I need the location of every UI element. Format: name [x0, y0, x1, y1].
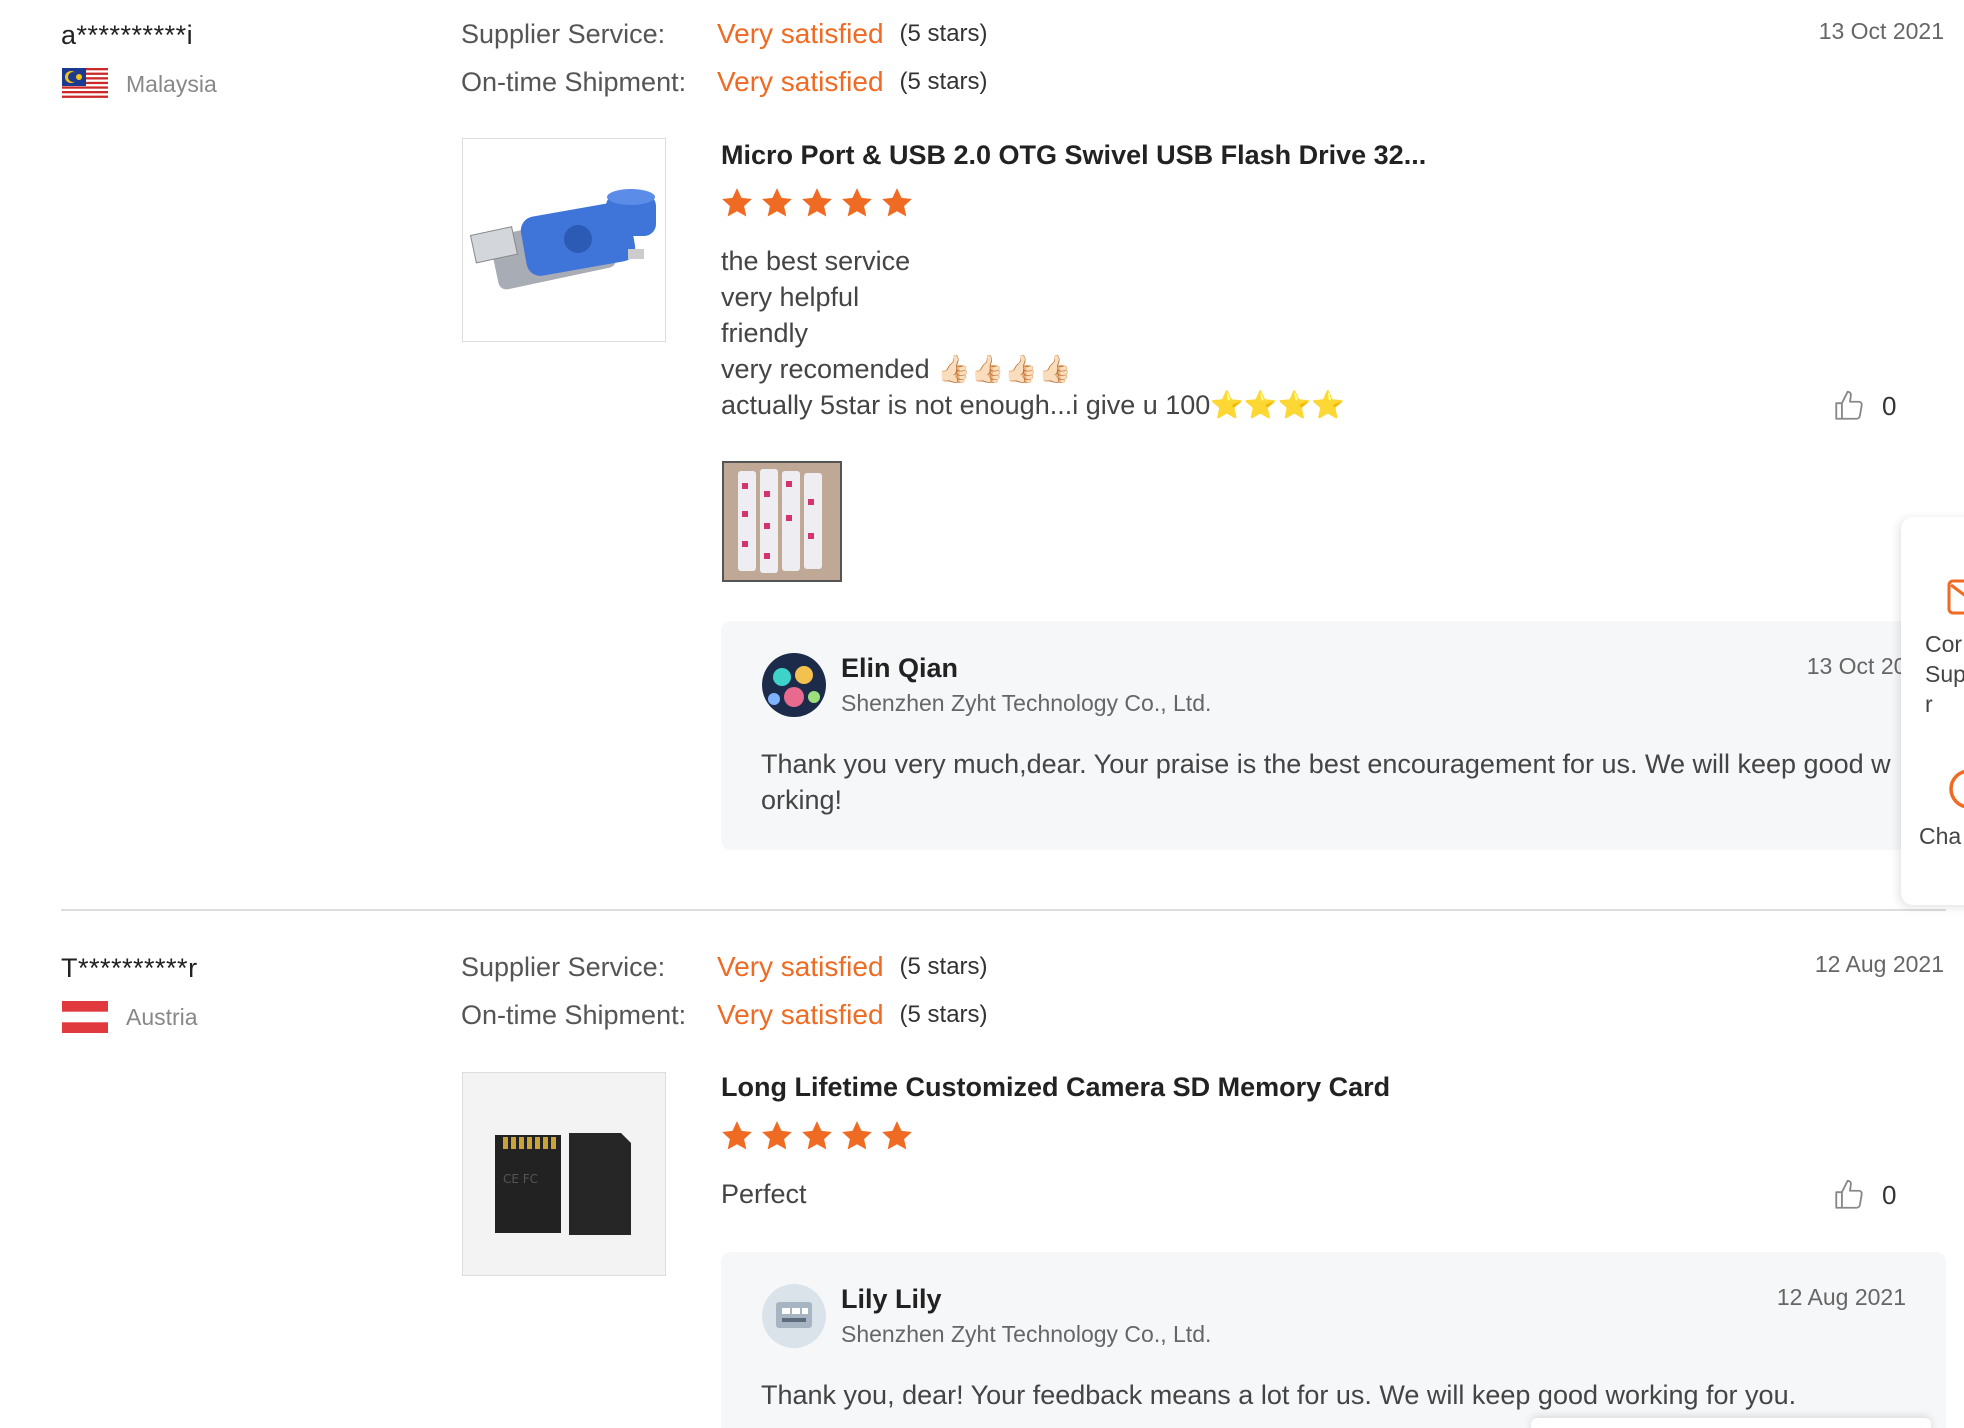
like-button[interactable]: 0 [1832, 388, 1896, 424]
shipment-stars: (5 stars) [899, 68, 988, 95]
star-icon [802, 1121, 832, 1150]
supplier-service-value: Very satisfied [717, 951, 884, 982]
supplier-service-label: Supplier Service: [461, 18, 666, 49]
reply-text-line: Thank you, dear! Your feedback means a l… [761, 1380, 1797, 1410]
product-rating-stars [720, 186, 914, 220]
supplier-service-rating: Supplier Service: Very satisfied (5 star… [461, 951, 988, 983]
star-icon [842, 188, 872, 217]
comment-line: very recomended 👍🏻👍🏻👍🏻👍🏻 [721, 354, 1072, 384]
review-attachment-image[interactable] [722, 461, 842, 582]
shipment-value: Very satisfied [717, 66, 884, 97]
star-icon [802, 188, 832, 217]
shipment-value: Very satisfied [717, 999, 884, 1030]
shipment-label: On-time Shipment: [461, 66, 687, 97]
like-count: 0 [1882, 1179, 1897, 1210]
review-divider [61, 909, 1946, 911]
floating-contact-panel: Cor Sup r Cha [1901, 517, 1964, 905]
supplier-service-stars: (5 stars) [899, 20, 988, 47]
supplier-service-stars: (5 stars) [899, 953, 988, 980]
thumbs-up-icon [1835, 1179, 1863, 1209]
chat-button-label[interactable]: Cha [1919, 821, 1961, 851]
star-icon [722, 1121, 752, 1150]
contact-supplier-label: r [1925, 691, 1933, 717]
supplier-service-label: Supplier Service: [461, 951, 666, 982]
buyer-country: Austria [62, 1001, 198, 1033]
svg-text:CE FC: CE FC [503, 1172, 538, 1186]
reply-text: Thank you very much,dear. Your praise is… [761, 746, 1964, 818]
reply-text-line: Thank you very much,dear. Your praise is… [761, 749, 1891, 779]
like-count: 0 [1882, 390, 1897, 421]
supplier-service-value: Very satisfied [717, 18, 884, 49]
supplier-service-rating: Supplier Service: Very satisfied (5 star… [461, 18, 988, 50]
star-icon [842, 1121, 872, 1150]
star-icon [722, 188, 752, 217]
product-thumbnail[interactable] [462, 138, 666, 342]
buyer-name: T**********r [61, 953, 198, 983]
comment-line: Perfect [721, 1179, 807, 1209]
comment-line: very helpful [721, 282, 860, 312]
star-icon [762, 1121, 792, 1150]
shipment-label: On-time Shipment: [461, 999, 687, 1030]
reply-text-line: orking! [761, 785, 843, 815]
review-comment: Perfect [721, 1176, 807, 1212]
comment-line: the best service [721, 246, 911, 276]
reply-author-name: Elin Qian [841, 653, 959, 683]
review-date: 12 Aug 2021 [1814, 951, 1944, 977]
product-thumbnail[interactable]: CE FC [462, 1072, 666, 1276]
buyer-country: Malaysia [62, 68, 217, 100]
like-button[interactable]: 0 [1832, 1177, 1896, 1213]
country-name: Malaysia [126, 70, 217, 97]
product-title[interactable]: Micro Port & USB 2.0 OTG Swivel USB Flas… [721, 140, 1426, 171]
buyer-name: a**********i [61, 20, 194, 50]
reply-date: 12 Aug 2021 [1776, 1284, 1906, 1310]
austria-flag-icon [62, 1001, 108, 1033]
review-date: 13 Oct 2021 [1818, 18, 1944, 44]
reply-text: Thank you, dear! Your feedback means a l… [761, 1377, 1796, 1413]
star-icon [882, 1121, 912, 1150]
bottom-popup-edge [1531, 1418, 1931, 1428]
reply-company: Shenzhen Zyht Technology Co., Ltd. [841, 690, 1212, 716]
comment-line: actually 5star is not enough...i give u … [721, 390, 1345, 420]
chat-icon[interactable] [1947, 767, 1964, 816]
malaysia-flag-icon [62, 68, 108, 100]
contact-supplier-label: Cor [1925, 631, 1963, 657]
reply-company: Shenzhen Zyht Technology Co., Ltd. [841, 1321, 1212, 1347]
shipment-rating: On-time Shipment: Very satisfied (5 star… [461, 66, 988, 98]
shipment-rating: On-time Shipment: Very satisfied (5 star… [461, 999, 988, 1031]
shipment-stars: (5 stars) [899, 1001, 988, 1028]
supplier-reply: Lily Lily Shenzhen Zyht Technology Co., … [721, 1252, 1946, 1428]
product-title[interactable]: Long Lifetime Customized Camera SD Memor… [721, 1072, 1390, 1103]
avatar [762, 653, 826, 717]
product-rating-stars [720, 1119, 914, 1153]
comment-line: friendly [721, 318, 809, 348]
contact-supplier-label: Sup [1925, 661, 1964, 687]
country-name: Austria [126, 1003, 198, 1030]
review-comment: the best service very helpful friendly v… [721, 243, 1345, 423]
contact-supplier-button[interactable]: Cor Sup r [1925, 629, 1964, 719]
star-icon [882, 188, 912, 217]
reply-author-name: Lily Lily [841, 1284, 942, 1314]
star-icon [762, 188, 792, 217]
thumbs-up-icon [1835, 390, 1863, 420]
supplier-reply: Elin Qian Shenzhen Zyht Technology Co., … [721, 621, 1964, 850]
avatar [762, 1284, 826, 1348]
mail-icon[interactable] [1947, 577, 1964, 622]
